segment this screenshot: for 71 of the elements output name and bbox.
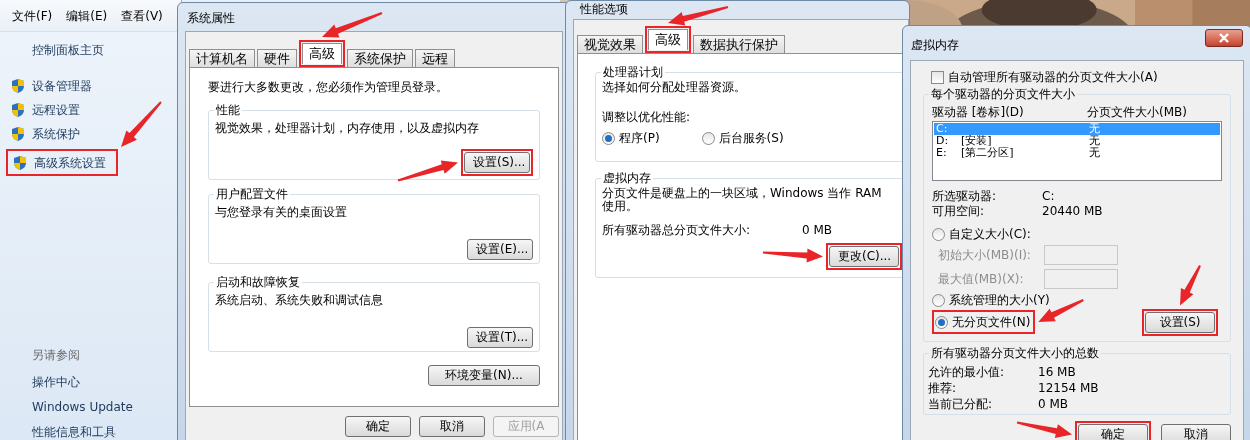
link[interactable]: 高级系统设置 <box>34 153 106 172</box>
field-label: 最大值(MB)(X): <box>937 271 1025 288</box>
label: 所选驱动器: <box>932 189 998 204</box>
label: 允许的最小值: <box>928 364 1006 380</box>
value-text: 0 MB <box>802 222 833 239</box>
description-text: 系统启动、系统失败和调试信息 <box>215 292 384 308</box>
description-text: 选择如何分配处理器资源。 <box>602 79 747 95</box>
instruction-text: 要进行大多数更改，您必须作为管理员登录。 <box>208 79 449 96</box>
group-title: 虚拟内存 <box>601 170 653 186</box>
link[interactable]: 控制面板主页 <box>32 41 181 59</box>
tab[interactable]: 视觉效果 <box>577 35 643 53</box>
link[interactable]: 系统保护 <box>32 124 80 143</box>
button[interactable]: 设置(S)... <box>464 152 530 173</box>
group-title: 性能 <box>214 102 242 118</box>
value-text: 16 MB <box>1038 364 1076 380</box>
link[interactable]: Windows Update <box>32 399 181 415</box>
tab[interactable]: 数据执行保护 <box>693 35 785 53</box>
description-text: 与您登录有关的桌面设置 <box>215 204 348 220</box>
button[interactable]: 更改(C)... <box>829 246 899 267</box>
button[interactable]: 设置(T)... <box>467 327 533 348</box>
description-text: 视觉效果，处理器计划，内存使用，以及虚拟内存 <box>215 120 480 136</box>
button[interactable]: 确定 <box>345 416 411 437</box>
radio-label: 无分页文件(N) <box>952 314 1031 331</box>
group-title: 启动和故障恢复 <box>214 274 302 290</box>
button[interactable]: 取消 <box>1161 424 1231 440</box>
label: 所有驱动器总分页文件大小: <box>602 222 752 239</box>
field-label: 初始大小(MB)(I): <box>937 247 1032 264</box>
tab[interactable]: 系统保护 <box>347 49 413 67</box>
label: 调整以优化性能: <box>602 109 692 125</box>
menu-item[interactable]: 查看(V) <box>121 6 163 25</box>
radio-label: 自定义大小(C): <box>949 226 1031 243</box>
tab[interactable]: 硬件 <box>257 49 297 67</box>
window-title: 性能选项 <box>580 2 628 16</box>
group-title: 用户配置文件 <box>214 186 290 202</box>
link[interactable]: 远程设置 <box>32 100 80 119</box>
button[interactable]: 取消 <box>419 416 485 437</box>
radio-label: 程序(P) <box>619 130 660 147</box>
window-title: 系统属性 <box>187 10 235 27</box>
label: 当前已分配: <box>928 396 994 412</box>
value-text: C: <box>1042 189 1055 204</box>
menu-item[interactable]: 编辑(E) <box>66 6 108 25</box>
list-row[interactable]: D: [安装] 无 <box>934 135 1220 147</box>
value-text: 12154 MB <box>1038 380 1099 396</box>
list-row[interactable]: E: [第二分区] 无 <box>934 147 1220 159</box>
radio-label: 后台服务(S) <box>718 130 784 147</box>
menu-item[interactable]: 文件(F) <box>12 6 53 25</box>
tab[interactable]: 高级 <box>648 29 688 50</box>
value-text: 20440 MB <box>1042 204 1103 219</box>
group-title: 所有驱动器分页文件大小的总数 <box>929 345 1101 361</box>
label: 推荐: <box>928 380 958 396</box>
tab[interactable]: 计算机名 <box>189 49 255 67</box>
group-title: 处理器计划 <box>601 64 665 80</box>
link[interactable]: 操作中心 <box>32 374 181 390</box>
tab[interactable]: 远程 <box>415 49 455 67</box>
group-title: 每个驱动器的分页文件大小 <box>929 86 1077 102</box>
button[interactable]: 设置(E)... <box>467 239 533 260</box>
column-header: 驱动器 [卷标](D) <box>932 104 1025 121</box>
radio-label: 系统管理的大小(Y) <box>949 292 1050 309</box>
window-title: 虚拟内存 <box>911 37 959 54</box>
label: 可用空间: <box>932 204 986 219</box>
section-title: 另请参阅 <box>32 347 81 364</box>
button[interactable]: 设置(S) <box>1145 311 1215 333</box>
link[interactable]: 性能信息和工具 <box>32 424 181 440</box>
button[interactable]: 环境变量(N)... <box>428 365 540 386</box>
link[interactable]: 设备管理器 <box>32 76 92 95</box>
button[interactable]: 确定 <box>1078 424 1148 440</box>
description-text: 分页文件是硬盘上的一块区域，Windows 当作 RAM 使用。 <box>602 187 883 213</box>
value-text: 0 MB <box>1038 396 1069 412</box>
tab[interactable]: 高级 <box>302 43 342 64</box>
checkbox-label: 自动管理所有驱动器的分页文件大小(A) <box>948 69 1158 86</box>
column-header: 分页文件大小(MB) <box>1087 104 1187 121</box>
